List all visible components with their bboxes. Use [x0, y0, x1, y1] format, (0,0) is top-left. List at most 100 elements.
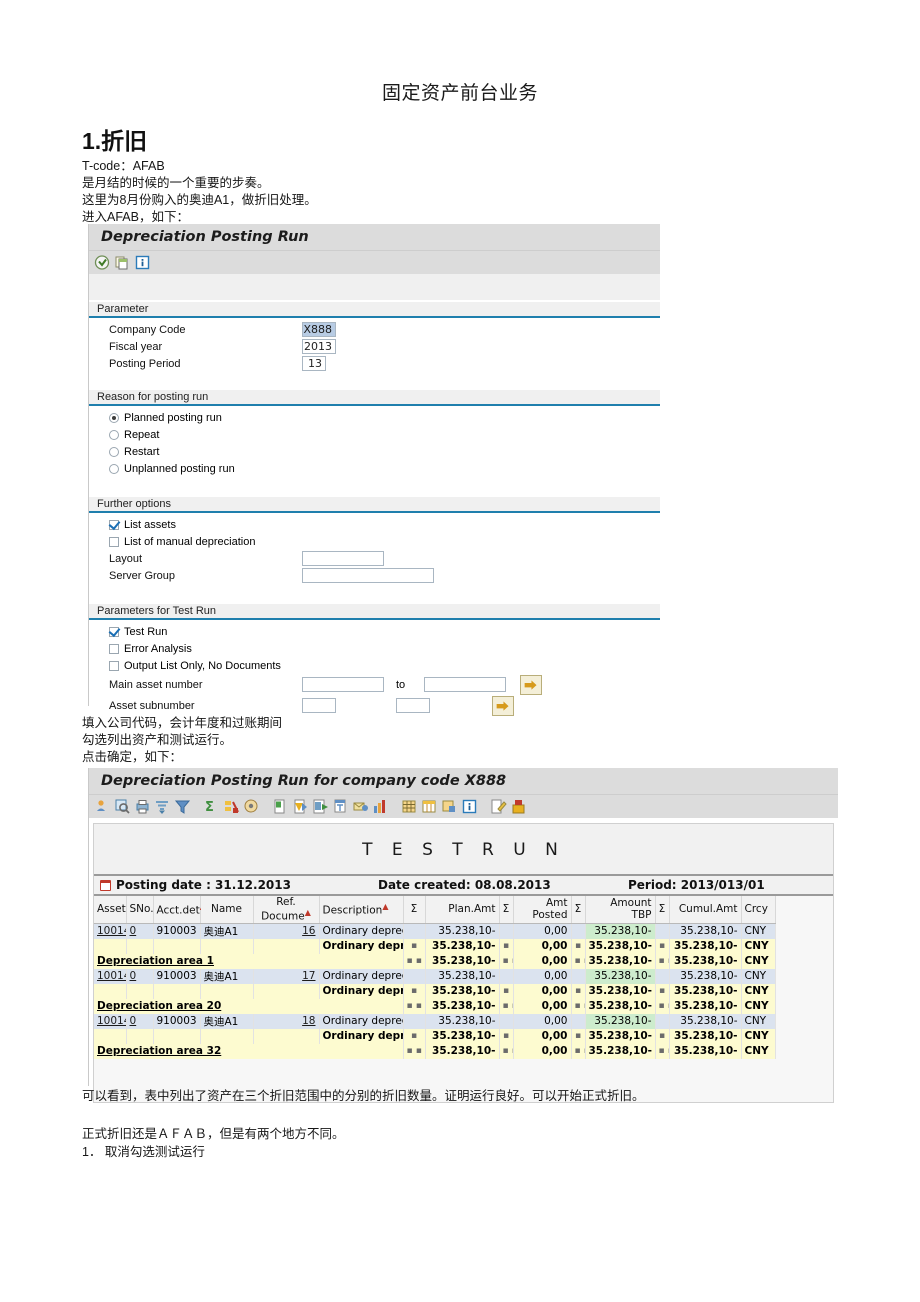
- edit-icon[interactable]: [490, 798, 507, 815]
- cell-cumul-amt: 35.238,10-: [669, 998, 742, 1014]
- cell-sno[interactable]: 0: [126, 1013, 154, 1029]
- group-further-options: Further options List assets List of manu…: [89, 497, 660, 590]
- col-amount-tbp[interactable]: Amount TBP: [585, 896, 656, 924]
- table-row[interactable]: 100140910003奥迪A116Ordinary deprec. 35.238…: [94, 923, 776, 939]
- company-code-input[interactable]: X888: [302, 322, 336, 337]
- marker-2: ▪ ▪: [499, 953, 514, 969]
- copy-icon[interactable]: [114, 254, 131, 271]
- marker-3: [571, 923, 586, 939]
- checkbox-test-run[interactable]: Test Run: [89, 623, 660, 640]
- layout-input[interactable]: [302, 551, 384, 566]
- radio-unplanned-posting-run[interactable]: Unplanned posting run: [89, 460, 660, 477]
- detail-icon[interactable]: [94, 798, 111, 815]
- select-layout-icon[interactable]: [441, 798, 458, 815]
- col-sum-1[interactable]: Σ: [403, 896, 426, 924]
- multiple-selection-icon-asset-subnumber[interactable]: [492, 695, 514, 716]
- radio-icon-repeat[interactable]: [109, 429, 119, 440]
- settings-icon[interactable]: [243, 798, 260, 815]
- col-asset[interactable]: Asset: [94, 896, 127, 924]
- col-ref-document[interactable]: Ref. Docume▲: [253, 896, 320, 924]
- filter-icon[interactable]: [174, 798, 191, 815]
- checkbox-icon-output-list-only[interactable]: [109, 660, 119, 671]
- info-icon[interactable]: [461, 798, 478, 815]
- checkbox-icon-test-run[interactable]: [109, 626, 119, 637]
- group-test-run: Parameters for Test Run Test Run Error A…: [89, 604, 660, 722]
- checkbox-icon-list-assets[interactable]: [109, 519, 119, 530]
- radio-icon-unplanned[interactable]: [109, 463, 119, 474]
- cell-asset: [94, 1028, 127, 1044]
- checkbox-list-assets[interactable]: List assets: [89, 516, 660, 533]
- col-description[interactable]: Description▲: [319, 896, 404, 924]
- spreadsheet-icon[interactable]: [332, 798, 349, 815]
- layout-grid-icon[interactable]: [401, 798, 418, 815]
- cell-ref-document[interactable]: 16: [253, 923, 320, 939]
- download-icon[interactable]: [292, 798, 309, 815]
- radio-icon-restart[interactable]: [109, 446, 119, 457]
- export-icon[interactable]: [272, 798, 289, 815]
- cell-plan-amt: 35.238,10-: [425, 923, 500, 939]
- subtotal-icon[interactable]: [223, 798, 240, 815]
- col-plan-amt[interactable]: Plan.Amt: [425, 896, 500, 924]
- asset-subnumber-from-input[interactable]: [302, 698, 336, 713]
- radio-planned-posting-run[interactable]: Planned posting run: [89, 409, 660, 426]
- cell-sno[interactable]: 0: [126, 923, 154, 939]
- cell-plan-amt: 35.238,10-: [425, 1043, 500, 1059]
- cell-asset[interactable]: 10014: [94, 968, 127, 984]
- checkbox-error-analysis[interactable]: Error Analysis: [89, 640, 660, 657]
- save-layout-icon[interactable]: [510, 798, 527, 815]
- cell-asset[interactable]: 10014: [94, 923, 127, 939]
- table-row-group-total[interactable]: Depreciation area 32▪ ▪35.238,10-▪ ▪0,00…: [94, 1043, 776, 1059]
- col-sum-4[interactable]: Σ: [655, 896, 670, 924]
- asset-subnumber-to-input[interactable]: [396, 698, 430, 713]
- table-row-group-total[interactable]: Depreciation area 20▪ ▪35.238,10-▪ ▪0,00…: [94, 998, 776, 1014]
- cell-ref-document[interactable]: 18: [253, 1013, 320, 1029]
- table-row[interactable]: 100140910003奥迪A117Ordinary deprec. 35.238…: [94, 968, 776, 984]
- table-row-subtotal[interactable]: Ordinary deprec. ⏣▪35.238,10-▪0,00▪35.23…: [94, 938, 776, 954]
- find-icon[interactable]: [114, 798, 131, 815]
- graphic-icon[interactable]: [372, 798, 389, 815]
- fiscal-year-input[interactable]: 2013: [302, 339, 336, 354]
- cell-sno[interactable]: 0: [126, 968, 154, 984]
- execute-icon[interactable]: [94, 254, 111, 271]
- cell-asset[interactable]: 10014: [94, 1013, 127, 1029]
- main-asset-number-from-input[interactable]: [302, 677, 384, 692]
- posting-period-input[interactable]: 13: [302, 356, 326, 371]
- col-crcy[interactable]: Crcy: [741, 896, 776, 924]
- radio-icon-planned[interactable]: [109, 412, 119, 423]
- col-sum-3[interactable]: Σ: [571, 896, 586, 924]
- table-row-subtotal[interactable]: Ordinary deprec. ⏣▪35.238,10-▪0,00▪35.23…: [94, 1028, 776, 1044]
- info-icon[interactable]: [134, 254, 151, 271]
- col-amt-posted[interactable]: Amt Posted: [513, 896, 572, 924]
- checkbox-icon-manual-depreciation[interactable]: [109, 536, 119, 547]
- col-name[interactable]: Name: [200, 896, 254, 924]
- cell-amt-posted: 0,00: [513, 938, 572, 954]
- group-further-body: List assets List of manual depreciation …: [89, 513, 660, 590]
- col-sum-2[interactable]: Σ: [499, 896, 514, 924]
- print-icon[interactable]: [134, 798, 151, 815]
- col-sno[interactable]: SNo.: [126, 896, 154, 924]
- radio-repeat[interactable]: Repeat: [89, 426, 660, 443]
- server-group-input[interactable]: [302, 568, 434, 583]
- table-row-group-total[interactable]: Depreciation area 1▪ ▪35.238,10-▪ ▪0,00▪…: [94, 953, 776, 969]
- table-row[interactable]: 100140910003奥迪A118Ordinary deprec. 35.238…: [94, 1013, 776, 1029]
- total-icon[interactable]: Σ: [203, 798, 220, 815]
- multiple-selection-icon-main-asset[interactable]: [520, 674, 542, 695]
- cell-plan-amt: 35.238,10-: [425, 983, 500, 999]
- checkbox-icon-error-analysis[interactable]: [109, 643, 119, 654]
- checkbox-list-manual-depreciation[interactable]: List of manual depreciation: [89, 533, 660, 550]
- mail-icon[interactable]: [352, 798, 369, 815]
- radio-restart[interactable]: Restart: [89, 443, 660, 460]
- section-heading: 1.折旧: [82, 128, 148, 154]
- cell-ref-document[interactable]: 17: [253, 968, 320, 984]
- table-row-subtotal[interactable]: Ordinary deprec. ⏣▪35.238,10-▪0,00▪35.23…: [94, 983, 776, 999]
- word-export-icon[interactable]: [312, 798, 329, 815]
- main-asset-number-to-input[interactable]: [424, 677, 506, 692]
- checkbox-output-list-only[interactable]: Output List Only, No Documents: [89, 657, 660, 674]
- sort-ascending-icon[interactable]: [154, 798, 171, 815]
- column-layout-icon[interactable]: [421, 798, 438, 815]
- cell-sno: [126, 983, 154, 999]
- field-row-company-code: Company Code X888: [89, 321, 660, 338]
- intro-line-4: 进入AFAB，如下：: [82, 210, 189, 224]
- col-cumul-amt[interactable]: Cumul.Amt: [669, 896, 742, 924]
- col-acct-det[interactable]: Acct.det▲: [153, 896, 206, 924]
